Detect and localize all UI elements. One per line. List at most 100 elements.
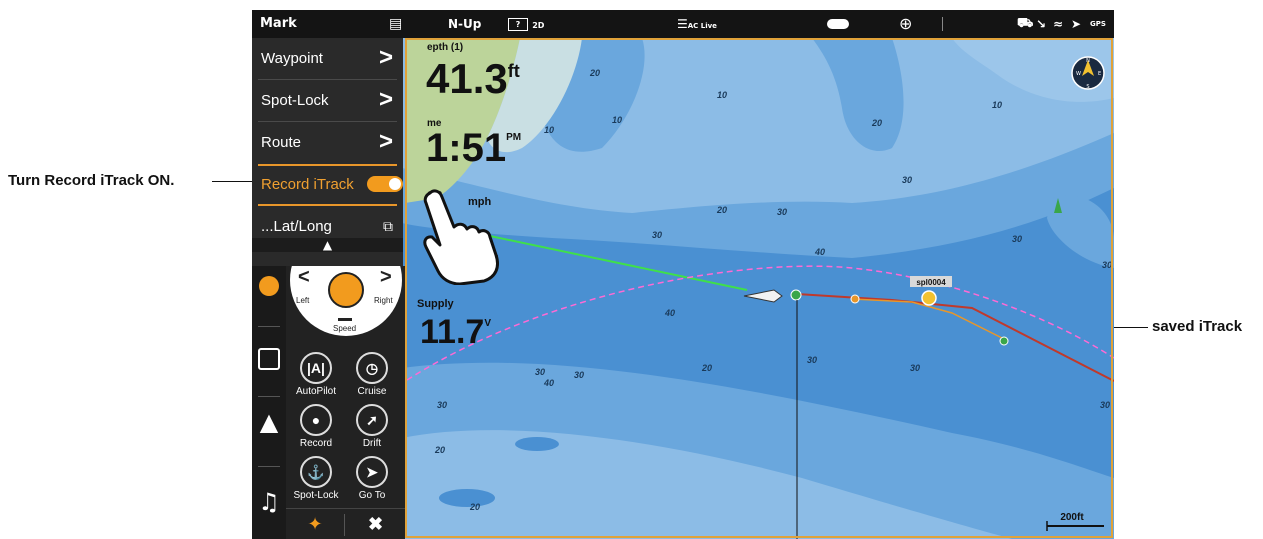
- contour-label: 30: [574, 370, 584, 380]
- mark-menu: Waypoint > Spot-Lock > Route > Record iT…: [252, 38, 403, 266]
- trolling-motor-control: < > Left Right Speed |A| AutoPilot ◷ Cru…: [286, 224, 405, 539]
- supply-unit: V: [484, 318, 491, 329]
- pin-button[interactable]: ✦: [286, 509, 344, 539]
- record-itrack-toggle[interactable]: [367, 176, 403, 192]
- menu-item-spot-lock[interactable]: Spot-Lock >: [252, 80, 403, 122]
- callout-record-line: [212, 181, 252, 182]
- go-to-label: Go To: [358, 490, 386, 501]
- topbar-divider: [942, 17, 943, 31]
- contour-label: 30: [437, 400, 447, 410]
- control-button-divider: [344, 514, 345, 536]
- autopilot-label: AutoPilot: [295, 386, 337, 397]
- steer-left-button[interactable]: <: [298, 266, 310, 289]
- close-icon: ✖: [367, 514, 384, 534]
- sidebar-divider: [258, 466, 280, 467]
- supply-label: Supply: [417, 298, 454, 310]
- left-sidebar: ▲ ♫: [252, 266, 286, 539]
- speed-label: Speed: [333, 324, 357, 333]
- contour-label: 10: [612, 115, 622, 125]
- fishfinder-screen: 20 10 10 10 20 30 30 20 40 30 30 40 40 3…: [252, 10, 1114, 539]
- contour-label: 30: [1012, 234, 1022, 244]
- contour-label: 40: [543, 378, 554, 388]
- speed-bar[interactable]: [338, 318, 352, 321]
- waypoint-label: spl0004: [916, 278, 946, 287]
- ac-live-button[interactable]: ☰AC Live: [677, 10, 717, 38]
- battery-icon: [827, 19, 849, 29]
- contour-label: 30: [807, 355, 817, 365]
- sonar-icon: ≈: [1053, 17, 1064, 31]
- chevron-right-icon: >: [378, 128, 393, 155]
- spot-lock-button[interactable]: ⚓: [300, 456, 332, 488]
- depth-label: epth (1): [427, 42, 464, 53]
- contour-label: 30: [652, 230, 662, 240]
- go-to-button[interactable]: ➤: [356, 456, 388, 488]
- orientation-button[interactable]: N-Up: [448, 10, 481, 38]
- autopilot-icon: |A|: [307, 360, 325, 376]
- menu-item-waypoint[interactable]: Waypoint >: [252, 38, 403, 80]
- contour-label: 20: [701, 363, 712, 373]
- contour-label: 10: [992, 100, 1002, 110]
- menu-item-route[interactable]: Route >: [252, 122, 403, 164]
- close-button[interactable]: ✖: [346, 509, 405, 539]
- music-note-icon: ♫: [258, 488, 280, 516]
- depth-value: 41.3ft: [426, 55, 520, 102]
- compass-w: W: [1076, 71, 1081, 77]
- sidebar-divider: [258, 326, 280, 327]
- menu-item-label: Waypoint: [261, 50, 323, 67]
- chevron-right-icon: >: [378, 44, 393, 71]
- compass-n: N: [1086, 58, 1090, 64]
- cruise-button[interactable]: ◷: [356, 352, 388, 384]
- view-mode-label: 2D: [532, 21, 545, 30]
- record-label: Record: [299, 438, 333, 449]
- compass-s: S: [1086, 84, 1089, 90]
- data-overlay-icon[interactable]: ▤: [389, 10, 402, 38]
- callout-record-itrack: Turn Record iTrack ON.: [8, 172, 175, 189]
- contour-label: 30: [910, 363, 920, 373]
- contour-label: 20: [871, 118, 882, 128]
- contour-label: 30: [777, 207, 787, 217]
- contour-label: 20: [469, 502, 480, 512]
- chevron-up-icon: ▲: [322, 238, 333, 252]
- sidebar-trolling-motor[interactable]: [252, 276, 286, 316]
- pointing-hand-icon: [423, 189, 499, 285]
- toggle-knob: [389, 178, 401, 190]
- autopilot-button[interactable]: |A|: [300, 352, 332, 384]
- menu-item-label: Route: [261, 134, 302, 151]
- left-label: Left: [296, 296, 310, 305]
- view-mode-button[interactable]: ? 2D: [508, 10, 544, 38]
- depth-unit: ft: [507, 61, 520, 81]
- drift-button[interactable]: ➚: [356, 404, 388, 436]
- navigation-icon: ➤: [1071, 17, 1082, 31]
- sidebar-music[interactable]: ♫: [252, 488, 286, 528]
- crosshair-icon[interactable]: ⊕: [899, 10, 912, 38]
- spot-lock-label: Spot-Lock: [293, 490, 339, 501]
- anchor-icon: ⚓: [307, 464, 325, 480]
- pin-icon: ✦: [307, 514, 323, 534]
- contour-label: 30: [1102, 260, 1112, 270]
- menu-title: Mark: [260, 16, 297, 31]
- contour-label: 40: [664, 308, 675, 318]
- steering-center-button[interactable]: [328, 272, 364, 308]
- trolling-motor-icon: [259, 276, 279, 296]
- right-label: Right: [374, 296, 393, 305]
- go-to-arrow-icon: ➤: [366, 464, 378, 480]
- cruise-label: Cruise: [357, 386, 387, 397]
- compass-e: E: [1098, 71, 1101, 77]
- steer-right-button[interactable]: >: [380, 266, 392, 289]
- ac-live-icon: ☰: [677, 17, 688, 31]
- contour-label: 30: [1100, 400, 1110, 410]
- menu-item-record-itrack[interactable]: Record iTrack: [252, 164, 403, 206]
- equalizer-icon: [258, 348, 280, 370]
- menu-collapse-button[interactable]: ▲: [252, 238, 403, 252]
- sidebar-divider: [258, 396, 280, 397]
- contour-label: 40: [814, 247, 825, 257]
- record-button[interactable]: ●: [300, 404, 332, 436]
- sidebar-engine[interactable]: ▲: [252, 408, 286, 448]
- contour-label: 10: [544, 125, 554, 135]
- transducer-icon: ↘: [1036, 17, 1047, 31]
- contour-label: 20: [589, 68, 600, 78]
- top-status-bar: Mark ▤ N-Up ? 2D ☰AC Live ⊕ ⛟ ↘ ≈ ➤ GPS: [252, 10, 1114, 38]
- outboard-motor-icon: ▲: [259, 408, 279, 436]
- sidebar-equalizer[interactable]: [252, 348, 286, 388]
- ac-live-label: AC Live: [687, 22, 717, 30]
